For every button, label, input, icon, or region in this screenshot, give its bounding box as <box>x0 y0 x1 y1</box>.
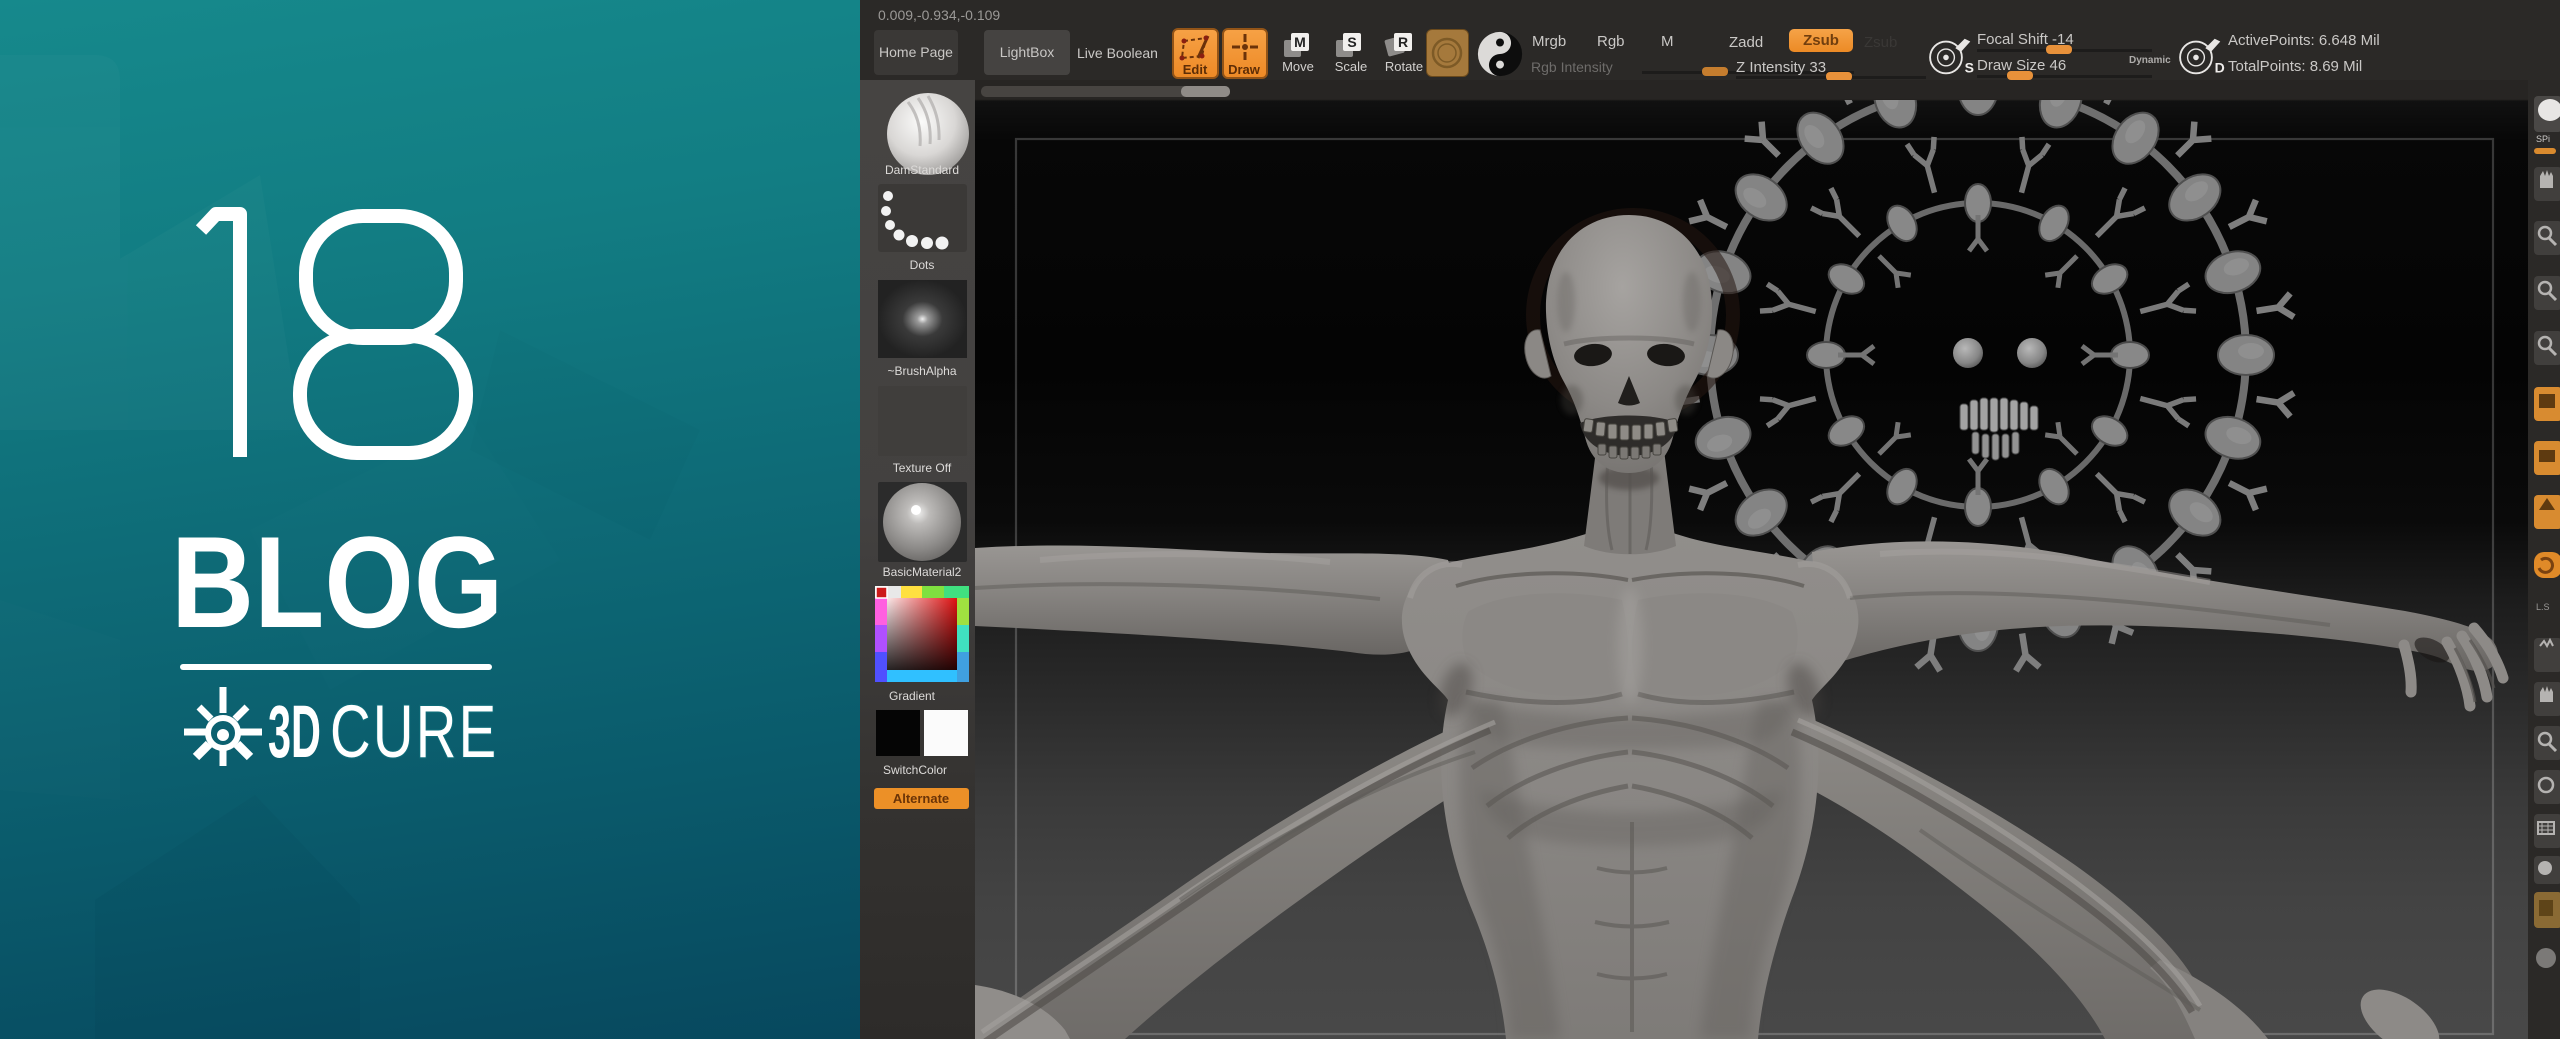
svg-text:Scale: Scale <box>1335 59 1368 74</box>
svg-text:Edit: Edit <box>1183 62 1208 77</box>
svg-text:Gradient: Gradient <box>889 689 936 703</box>
svg-text:CURE: CURE <box>330 691 498 773</box>
svg-text:R: R <box>1398 34 1408 50</box>
svg-text:DamStandard: DamStandard <box>885 163 959 177</box>
svg-text:Rotate: Rotate <box>1385 59 1423 74</box>
svg-text:Alternate: Alternate <box>893 791 949 806</box>
svg-text:D: D <box>2215 59 2225 75</box>
svg-text:Dots: Dots <box>910 258 935 272</box>
svg-text:SPi: SPi <box>2536 134 2550 144</box>
svg-text:L.S: L.S <box>2536 602 2550 612</box>
svg-text:SwitchColor: SwitchColor <box>883 763 947 777</box>
svg-text:Texture Off: Texture Off <box>893 461 952 475</box>
svg-text:Draw: Draw <box>1228 62 1261 77</box>
svg-text:3D: 3D <box>268 690 321 773</box>
svg-text:S: S <box>1965 59 1974 75</box>
svg-text:S: S <box>1347 34 1356 50</box>
svg-text:Move: Move <box>1282 59 1314 74</box>
svg-text:BasicMaterial2: BasicMaterial2 <box>883 565 962 579</box>
svg-text:~BrushAlpha: ~BrushAlpha <box>887 364 956 378</box>
svg-text:M: M <box>1294 34 1306 50</box>
